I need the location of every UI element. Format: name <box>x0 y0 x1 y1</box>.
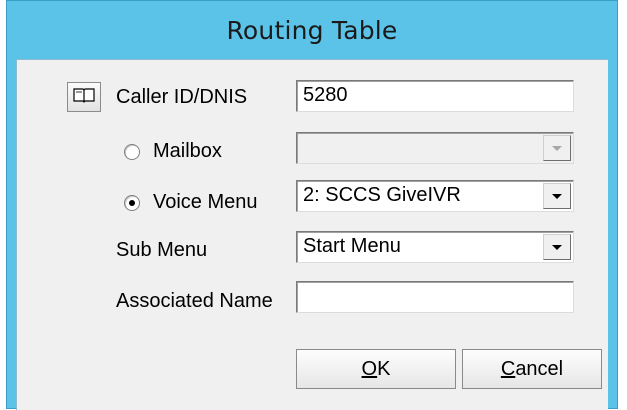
sub-menu-label: Sub Menu <box>116 239 208 261</box>
mailbox-select[interactable] <box>296 132 574 164</box>
associated-name-input[interactable] <box>296 281 574 313</box>
cancel-button-label-rest: ancel <box>515 357 564 380</box>
caller-id-label: Caller ID/DNIS <box>116 86 248 108</box>
voice-menu-radio[interactable] <box>124 195 140 211</box>
cancel-button[interactable]: Cancel <box>462 349 602 389</box>
dialog-title: Routing Table <box>226 15 398 45</box>
dialog-client-area: Caller ID/DNIS 5280 Mailbox Voice Menu 2… <box>16 59 608 410</box>
cancel-button-mnemonic: C <box>500 357 516 380</box>
sub-menu-select[interactable]: Start Menu <box>296 231 574 263</box>
voice-menu-select-value: 2: SCCS GiveIVR <box>303 184 461 206</box>
mailbox-radio[interactable] <box>124 144 140 160</box>
address-book-icon <box>73 87 95 108</box>
ok-button-mnemonic: O <box>361 357 378 380</box>
voice-menu-label: Voice Menu <box>153 191 258 213</box>
chevron-down-icon <box>551 193 563 200</box>
chevron-down-icon <box>551 145 563 152</box>
caller-id-input[interactable]: 5280 <box>296 80 574 112</box>
voice-menu-dropdown-button[interactable] <box>543 183 571 209</box>
voice-menu-select[interactable]: 2: SCCS GiveIVR <box>296 180 574 212</box>
sub-menu-dropdown-button[interactable] <box>543 234 571 260</box>
chevron-down-icon <box>551 244 563 251</box>
mailbox-dropdown-button[interactable] <box>543 135 571 161</box>
routing-table-dialog: Routing Table Caller ID/DNIS 5280 Mailbo… <box>6 0 618 410</box>
ok-button[interactable]: OK <box>296 349 456 389</box>
address-book-button[interactable] <box>67 82 101 112</box>
associated-name-label: Associated Name <box>116 290 273 312</box>
ok-button-label-rest: K <box>377 357 391 380</box>
radio-selected-dot <box>129 200 135 206</box>
sub-menu-select-value: Start Menu <box>303 235 401 257</box>
mailbox-label: Mailbox <box>153 140 222 162</box>
